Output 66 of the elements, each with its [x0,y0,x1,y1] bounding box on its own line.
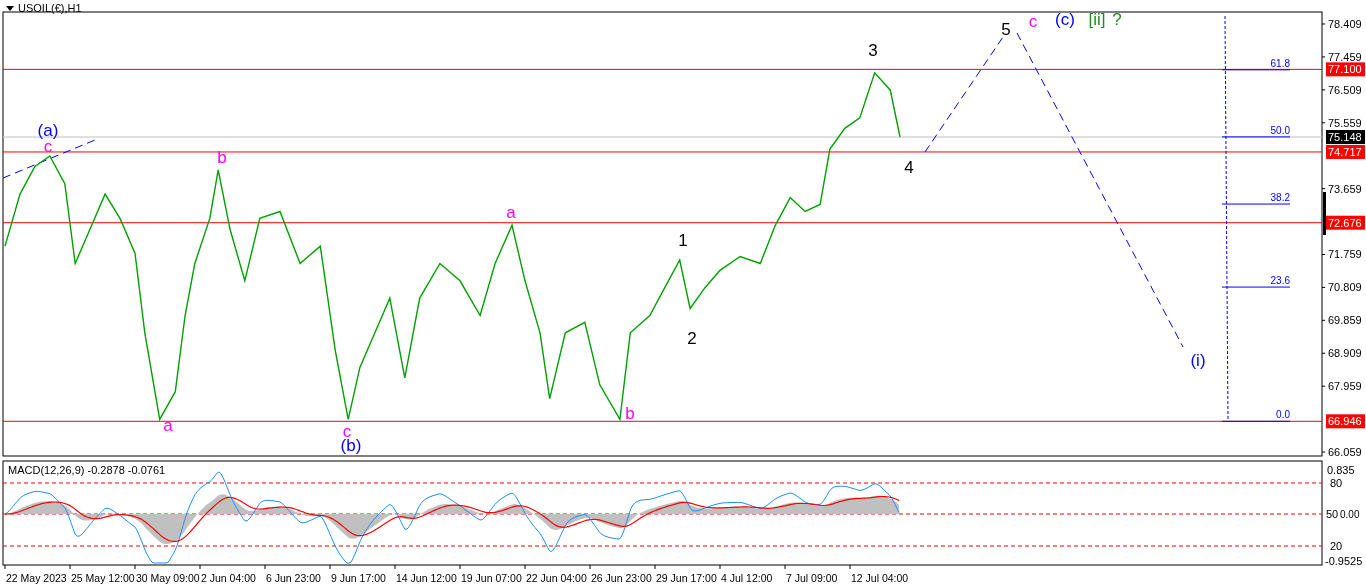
price-axis-label: 77.459 [1328,50,1362,63]
time-axis-label: 22 Jun 04:00 [526,572,587,584]
price-axis-label: 66.059 [1328,446,1362,459]
time-axis-label: 22 May 2023 [6,572,67,584]
indicator-axis-label: 0.00 [1340,509,1360,520]
wave-label: a [163,416,173,435]
fibonacci-level-label: 50.0 [1270,124,1290,136]
wave-label: a [506,203,516,222]
chart-symbol-title: USOIL(€),H1 [18,2,82,14]
price-axis-label: 71.759 [1328,248,1362,261]
fibonacci-level-label: 38.2 [1270,192,1290,204]
time-axis-label: 30 May 09:00 [136,572,200,584]
price-axis-label: 68.909 [1328,347,1362,360]
wave-label: 2 [687,329,697,348]
price-badge: 77.100 [1326,62,1365,77]
price-badge: 74.717 [1326,144,1365,159]
price-badge: 66.946 [1326,414,1365,429]
wave-label: (i) [1190,351,1206,370]
fibonacci-level-line [1221,136,1291,138]
wave-label: (c) [1055,10,1075,29]
indicator-axis-label: 80 [1330,477,1343,489]
wave-label: b [217,148,227,167]
indicator-axis-label: 0.835 [1327,464,1355,476]
indicator-title: MACD(12,26,9) -0.2878 -0.0761 [8,464,166,476]
wave-label: [ii] [1088,10,1106,29]
wave-label: ? [1112,10,1122,29]
fibonacci-level-label: 0.0 [1276,409,1290,421]
price-axis-label: 67.959 [1328,380,1362,393]
price-axis-label: 70.809 [1328,281,1362,294]
price-axis-label: 76.509 [1328,83,1362,96]
indicator-axis-label: 20 [1330,540,1343,552]
scroll-marker [1323,192,1326,235]
wave-label: 3 [868,41,878,60]
time-axis-label: 14 Jun 12:00 [396,572,457,584]
fibonacci-level-label: 23.6 [1270,275,1290,287]
fibonacci-level-line [1221,420,1291,422]
price-axis-label: 69.859 [1328,314,1362,327]
price-badge: 72.676 [1326,215,1365,230]
time-axis-label: 19 Jun 07:00 [461,572,522,584]
fibonacci-level-line [1221,203,1291,205]
wave-label: 5 [1001,20,1011,39]
wave-label: c [1028,12,1038,31]
time-axis-label: 7 Jul 09:00 [786,572,838,584]
indicator-axis-label: 50 [1326,508,1339,520]
time-axis-label: 4 Jul 12:00 [721,572,773,584]
time-axis-label: 29 Jun 17:00 [656,572,717,584]
time-axis-label: 6 Jun 23:00 [266,572,321,584]
fibonacci-level-label: 61.8 [1270,57,1290,69]
fibonacci-level-line [1221,286,1291,288]
price-axis-label: 73.659 [1328,182,1362,195]
price-axis-label: 78.409 [1328,18,1362,30]
price-badge: 75.148 [1326,130,1365,144]
indicator-axis-label: -0.9525 [1325,555,1363,567]
time-axis-label: 25 May 12:00 [71,572,135,584]
wave-label: c [43,137,53,156]
wave-label: (a) [37,121,59,140]
time-axis-label: 26 Jun 23:00 [591,572,652,584]
wave-label: 4 [904,158,914,177]
time-axis-label: 9 Jun 17:00 [331,572,386,584]
time-axis-label: 12 Jul 04:00 [851,572,909,584]
fibonacci-level-line [1221,69,1291,71]
price-axis-label: 75.559 [1328,116,1362,129]
wave-label: 1 [678,231,688,250]
wave-label: b [625,404,635,423]
wave-label: (b) [340,436,362,455]
time-axis-label: 2 Jun 04:00 [201,572,256,584]
